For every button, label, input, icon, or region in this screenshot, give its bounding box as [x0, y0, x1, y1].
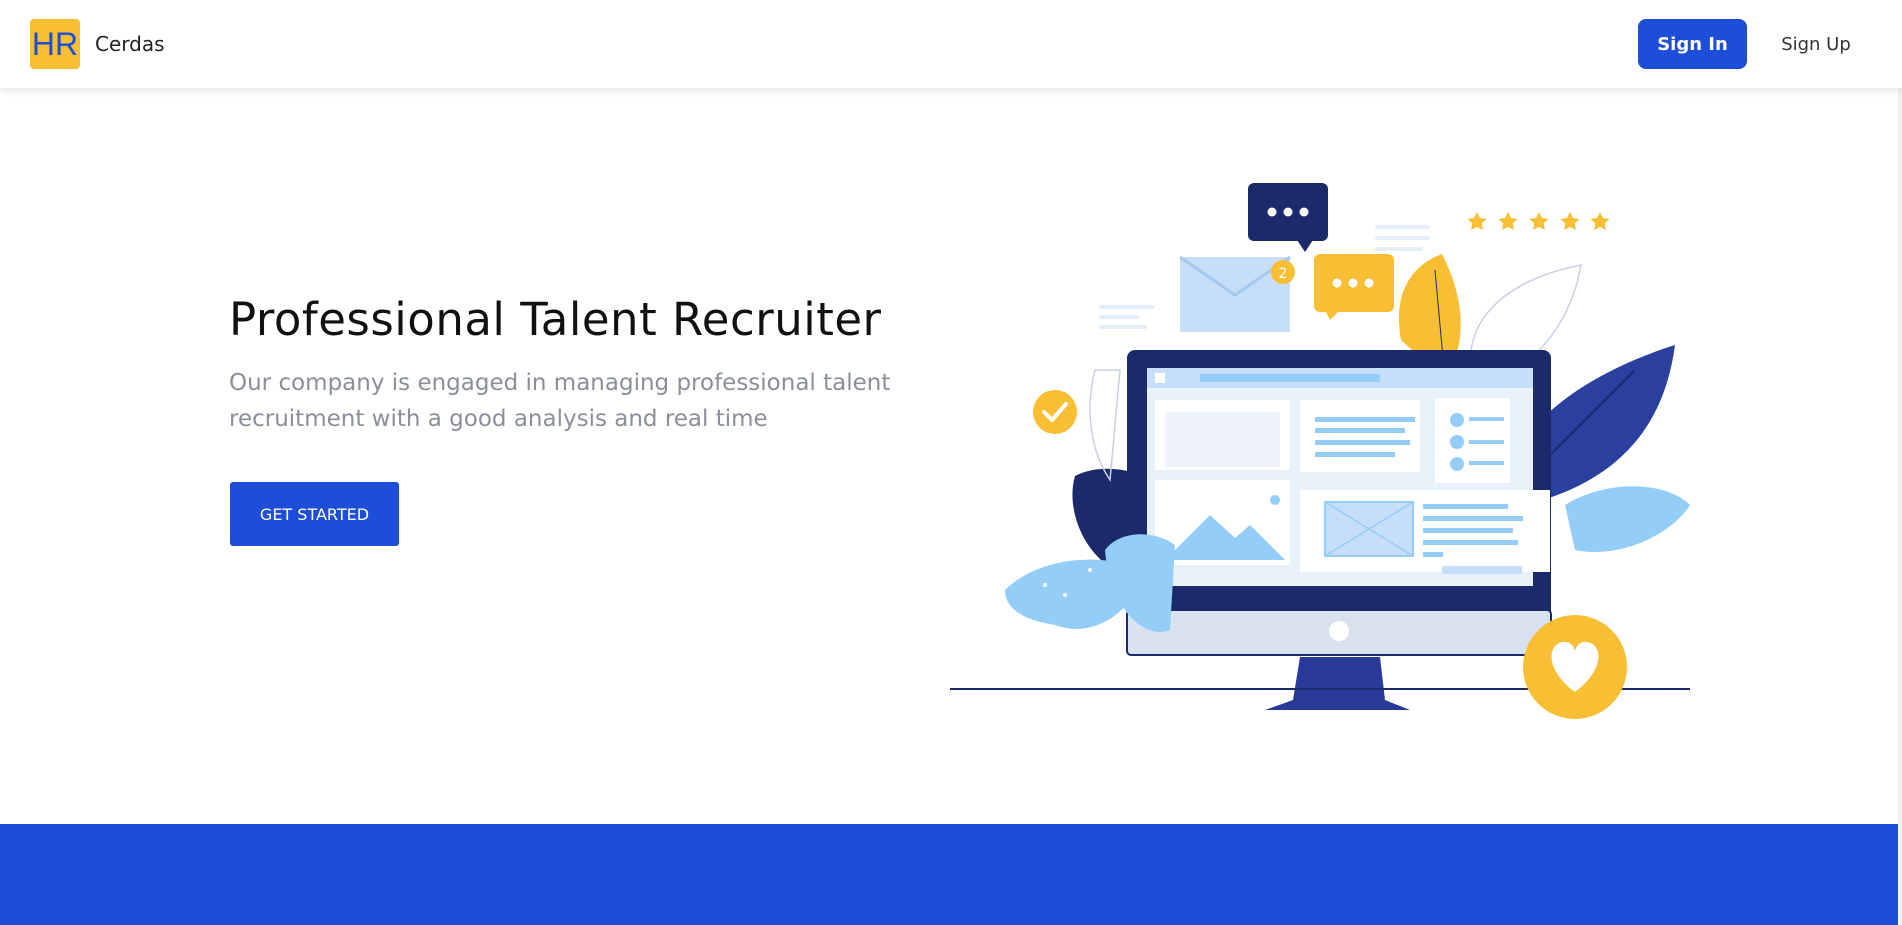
svg-text:2: 2	[1279, 266, 1288, 282]
check-circle-icon	[1033, 390, 1077, 434]
notification-badge: 2	[1271, 260, 1295, 284]
computer-monitor-icon	[1126, 350, 1552, 710]
rating-stars-icon	[1467, 212, 1610, 230]
navbar: HR Cerdas Sign In Sign Up	[0, 0, 1902, 88]
sign-up-button[interactable]: Sign Up	[1766, 19, 1866, 69]
hero-title: Professional Talent Recruiter	[229, 293, 882, 346]
heart-circle-icon	[1523, 615, 1627, 719]
logo[interactable]: HR	[30, 19, 80, 69]
footer-band	[0, 824, 1902, 925]
hero-illustration: 2	[950, 183, 1690, 719]
brand-name: Cerdas	[95, 32, 165, 56]
hr-logo-icon: HR	[32, 26, 78, 62]
hero-description: Our company is engaged in managing profe…	[229, 370, 891, 432]
get-started-button[interactable]: GET STARTED	[230, 482, 399, 546]
sign-in-button[interactable]: Sign In	[1638, 19, 1747, 69]
svg-text:HR: HR	[32, 26, 78, 62]
scrollbar[interactable]	[1898, 0, 1902, 925]
chat-bubble-icon	[1248, 183, 1328, 252]
chat-bubble-yellow-icon	[1314, 254, 1394, 320]
